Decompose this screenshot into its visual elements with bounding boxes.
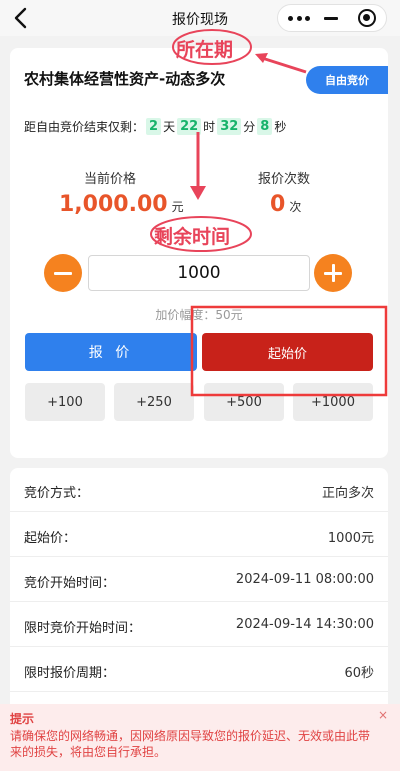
bid-amount-input[interactable] (88, 255, 310, 291)
info-value: 正向多次 (321, 486, 374, 501)
navigation-bar: 报价现场 (0, 0, 400, 36)
start-price-button[interactable]: 起始价 (202, 333, 373, 371)
current-price: 1,000.00 元 (59, 192, 184, 217)
info-label: 竞价开始时间： (24, 576, 116, 591)
auction-title: 农村集体经营性资产-动态多次 (24, 70, 226, 88)
info-value: 2024-09-14 14:30:00 (235, 617, 374, 632)
free-bidding-tag[interactable]: 自由竞价 (306, 66, 388, 94)
countdown-minutes-unit: 分 (243, 120, 256, 134)
bid-count-value: 0 (270, 192, 286, 217)
countdown-hours-unit: 时 (203, 120, 216, 134)
tip-text: 请确保您的网络畅通，因网络原因导致您的报价延迟、无效或由此带来的损失，将由您自行… (10, 729, 371, 759)
tip-close-icon[interactable]: × (378, 708, 388, 722)
countdown: 距自由竞价结束仅剩： 2 天 22 时 32 分 8 秒 (24, 118, 286, 135)
tip-title: 提示 (10, 712, 35, 726)
bid-button[interactable]: 报 价 (25, 333, 197, 371)
info-row-bid-period: 限时报价周期： 60秒 (10, 648, 388, 692)
bid-count-unit: 次 (289, 200, 302, 214)
increment-button-500[interactable]: +500 (204, 383, 284, 421)
minus-icon (54, 271, 72, 275)
countdown-prefix: 距自由竞价结束仅剩： (24, 120, 145, 134)
bid-count: 0 次 (270, 192, 301, 217)
countdown-seconds: 8 (257, 118, 273, 135)
warning-tip-bar: 提示 请确保您的网络畅通，因网络原因导致您的报价延迟、无效或由此带来的损失，将由… (0, 704, 400, 771)
mini-program-capsule (277, 4, 387, 32)
target-close-icon[interactable] (358, 9, 376, 27)
info-value: 60秒 (344, 666, 374, 681)
info-label: 竞价方式： (24, 486, 90, 501)
annotation-period-label: 所在期 (176, 39, 234, 61)
info-row-start-time: 竞价开始时间： 2024-09-11 08:00:00 (10, 558, 388, 602)
countdown-days: 2 (146, 118, 162, 135)
minimize-icon[interactable] (324, 17, 338, 20)
countdown-minutes: 32 (217, 118, 242, 135)
current-price-value: 1,000.00 (59, 192, 168, 217)
countdown-seconds-unit: 秒 (274, 120, 287, 134)
info-label: 限时报价周期： (24, 666, 116, 681)
auction-card: 农村集体经营性资产-动态多次 自由竞价 距自由竞价结束仅剩： 2 天 22 时 … (10, 48, 388, 458)
info-label: 限时竞价开始时间： (24, 621, 142, 636)
info-value: 2024-09-11 08:00:00 (235, 572, 374, 587)
info-label: 起始价： (24, 531, 77, 546)
bid-count-label: 报价次数 (258, 172, 311, 187)
info-value: 1000元 (327, 531, 374, 546)
increment-note: 加价幅度：50元 (155, 308, 243, 322)
countdown-hours: 22 (177, 118, 202, 135)
countdown-days-unit: 天 (163, 120, 176, 134)
current-price-unit: 元 (171, 200, 184, 214)
info-row-start-price: 起始价： 1000元 (10, 513, 388, 557)
decrease-button[interactable] (44, 254, 82, 292)
increase-button[interactable] (314, 254, 352, 292)
current-price-label: 当前价格 (84, 172, 137, 187)
info-row-timed-start-time: 限时竞价开始时间： 2024-09-14 14:30:00 (10, 603, 388, 647)
annotation-remaining-label: 剩余时间 (154, 226, 231, 248)
increment-button-250[interactable]: +250 (114, 383, 194, 421)
info-row-bid-method: 竞价方式： 正向多次 (10, 468, 388, 512)
increment-button-1000[interactable]: +1000 (293, 383, 373, 421)
more-dots-icon[interactable] (288, 9, 310, 27)
increment-button-100[interactable]: +100 (25, 383, 105, 421)
